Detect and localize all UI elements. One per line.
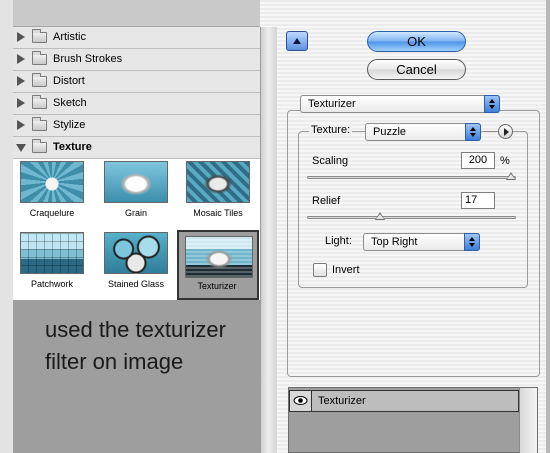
ok-button[interactable]: OK <box>367 31 466 52</box>
folder-icon <box>32 73 47 87</box>
relief-slider-track[interactable] <box>307 216 516 219</box>
category-label: Stylize <box>53 119 86 131</box>
select-arrows-icon <box>465 123 481 141</box>
effect-layer-row[interactable]: Texturizer <box>289 390 519 412</box>
patchwork-thumbnail-image <box>20 232 84 274</box>
scaling-slider-thumb[interactable] <box>506 172 516 180</box>
layers-scrollbar[interactable] <box>519 388 537 453</box>
select-arrows-icon <box>464 233 480 251</box>
texture-filter-thumbnails: Craquelure Grain Mosaic Tiles Patchwork … <box>13 159 260 300</box>
craquelure-thumbnail-image <box>20 161 84 203</box>
texturizer-thumbnail-image <box>185 236 253 278</box>
folder-icon <box>32 139 47 153</box>
filter-thumb-texturizer[interactable]: Texturizer <box>177 230 259 300</box>
left-margin <box>0 0 13 453</box>
texture-select[interactable]: Puzzle <box>365 123 481 141</box>
category-label: Texture <box>53 141 92 153</box>
scaling-slider-track[interactable] <box>307 176 516 179</box>
invert-checkbox[interactable] <box>313 263 327 277</box>
gallery-header-band <box>13 0 260 27</box>
category-label: Sketch <box>53 97 87 109</box>
relief-label: Relief <box>312 195 341 207</box>
grain-thumbnail-image <box>104 161 168 203</box>
disclosure-triangle-icon[interactable] <box>17 120 25 130</box>
category-stylize[interactable]: Stylize <box>13 115 260 137</box>
disclosure-triangle-icon[interactable] <box>17 54 25 64</box>
folder-icon <box>32 51 47 65</box>
light-select-value: Top Right <box>371 236 418 248</box>
eye-icon[interactable] <box>290 391 312 411</box>
effect-layer-label: Texturizer <box>318 395 366 407</box>
texture-menu-icon[interactable] <box>498 124 513 139</box>
filter-thumb-patchwork[interactable]: Patchwork <box>17 232 87 302</box>
category-texture[interactable]: Texture <box>13 137 260 159</box>
relief-input[interactable]: 17 <box>461 192 495 209</box>
disclosure-triangle-icon[interactable] <box>17 76 25 86</box>
scaling-input[interactable]: 200 <box>461 152 495 169</box>
filter-thumb-grain[interactable]: Grain <box>101 161 171 231</box>
filter-select[interactable]: Texturizer <box>300 95 500 113</box>
filter-thumb-mosaic-tiles[interactable]: Mosaic Tiles <box>183 161 253 231</box>
invert-label: Invert <box>332 264 360 276</box>
filter-category-list: Artistic Brush Strokes Distort Sketch St… <box>13 27 260 159</box>
light-label: Light: <box>325 235 352 247</box>
collapse-gallery-button[interactable] <box>286 31 308 51</box>
category-label: Artistic <box>53 31 86 43</box>
scaling-unit: % <box>500 155 510 167</box>
disclosure-triangle-icon[interactable] <box>17 32 25 42</box>
stained-glass-thumbnail-image <box>104 232 168 274</box>
separator-line <box>484 131 496 132</box>
filter-thumb-stained-glass[interactable]: Stained Glass <box>101 232 171 302</box>
filter-thumb-label: Texturizer <box>197 281 237 291</box>
folder-icon <box>32 95 47 109</box>
folder-icon <box>32 29 47 43</box>
gallery-scrollbar[interactable] <box>260 27 277 453</box>
scaling-label: Scaling <box>312 155 349 167</box>
annotation-text: used the texturizer filter on image <box>45 317 226 374</box>
filter-thumb-craquelure[interactable]: Craquelure <box>17 161 87 231</box>
window-right-edge <box>546 0 550 453</box>
texture-select-value: Puzzle <box>373 126 407 138</box>
filter-select-value: Texturizer <box>308 98 356 110</box>
category-brush-strokes[interactable]: Brush Strokes <box>13 49 260 71</box>
category-sketch[interactable]: Sketch <box>13 93 260 115</box>
texture-label: Texture: <box>309 124 353 136</box>
category-label: Distort <box>53 75 85 87</box>
category-label: Brush Strokes <box>53 53 123 65</box>
light-select[interactable]: Top Right <box>363 233 480 251</box>
disclosure-triangle-icon[interactable] <box>17 98 25 108</box>
folder-icon <box>32 117 47 131</box>
category-artistic[interactable]: Artistic <box>13 27 260 49</box>
filter-thumb-label: Mosaic Tiles <box>193 208 243 218</box>
filter-thumb-label: Stained Glass <box>107 279 165 289</box>
filter-thumb-label: Patchwork <box>30 279 74 289</box>
filter-thumb-label: Grain <box>124 208 147 218</box>
relief-slider-thumb[interactable] <box>374 212 385 220</box>
cancel-button[interactable]: Cancel <box>367 59 466 80</box>
disclosure-triangle-open-icon[interactable] <box>16 144 26 152</box>
mosaic-tiles-thumbnail-image <box>186 161 250 203</box>
category-distort[interactable]: Distort <box>13 71 260 93</box>
select-arrows-icon <box>484 95 500 113</box>
filter-thumb-label: Craquelure <box>29 208 75 218</box>
